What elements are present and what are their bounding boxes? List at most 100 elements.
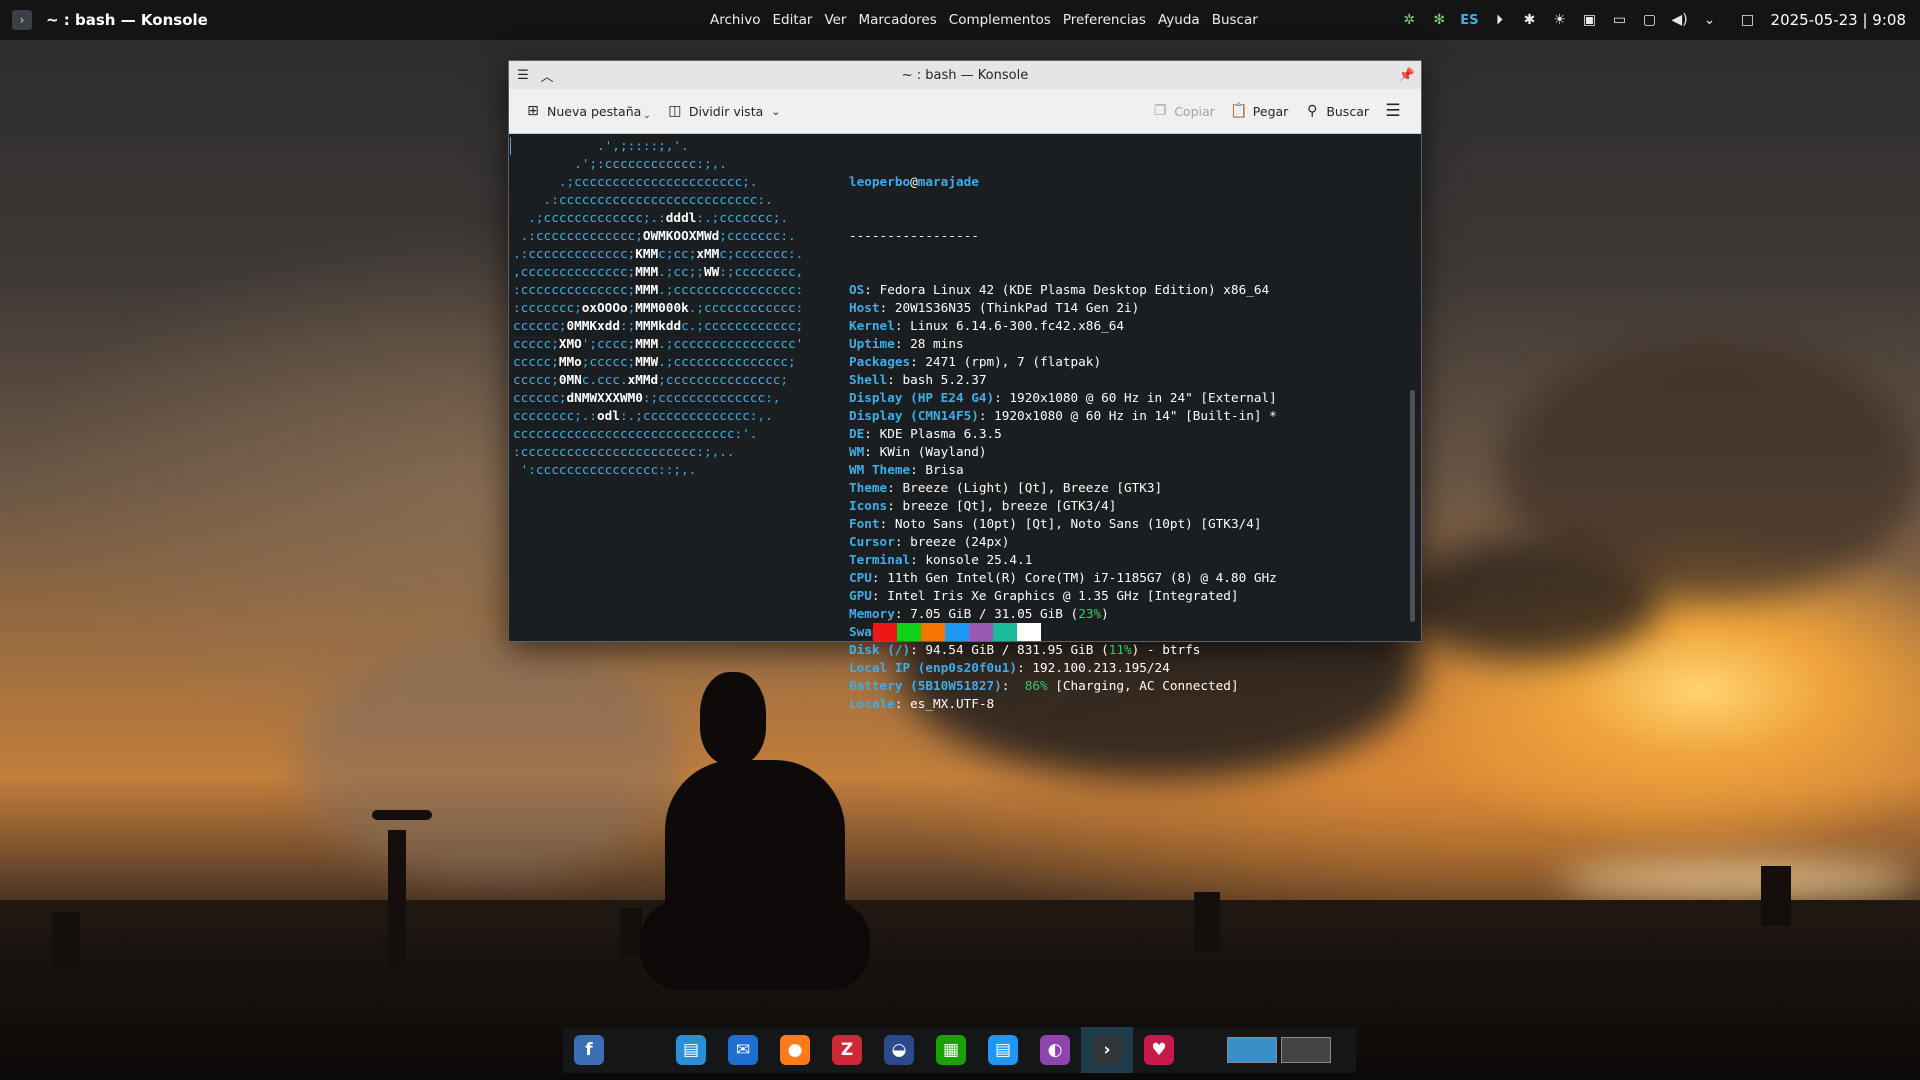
menu-buscar[interactable]: Buscar <box>1206 12 1264 28</box>
color-swatch <box>897 623 921 641</box>
taskbar-app-writer[interactable]: ▤ <box>977 1027 1029 1073</box>
user-host-line: leoperbo@marajade <box>849 174 979 189</box>
copy-button[interactable]: ❐ Copiar <box>1144 96 1223 126</box>
search-button[interactable]: ⚲ Buscar <box>1296 96 1377 126</box>
taskbar-app-fedora[interactable]: f <box>563 1027 615 1073</box>
info-key: Kernel <box>849 318 895 333</box>
konsole-toolbar: ⊞ Nueva pestaña ⌄ ◫ Dividir vista ⌄ ❐ Co… <box>509 89 1421 134</box>
clock[interactable]: 2025-05-23 | 9:08 <box>1771 11 1906 29</box>
virtual-desktop-2[interactable] <box>1281 1037 1331 1063</box>
info-value: Intel Iris Xe Graphics @ 1.35 GHz [Integ… <box>887 588 1239 603</box>
info-key: Packages <box>849 354 911 369</box>
new-tab-button[interactable]: ⊞ Nueva pestaña ⌄ <box>517 96 659 126</box>
logo-line: ccccc;0MNc.ccc.xMMd;ccccccccccccccc; <box>513 372 789 387</box>
host-name: marajade <box>917 174 979 189</box>
expand-tray-icon[interactable]: ⌄ <box>1701 11 1719 29</box>
info-row: WM: KWin (Wayland) <box>849 444 987 459</box>
clipboard-icon[interactable]: ▣ <box>1581 11 1599 29</box>
info-value: breeze (24px) <box>910 534 1010 549</box>
user-name: leoperbo <box>849 174 911 189</box>
taskbar-app-firefox[interactable]: ● <box>769 1027 821 1073</box>
menu-marcadores[interactable]: Marcadores <box>852 12 942 28</box>
battery-icon[interactable]: ▭ <box>1611 11 1629 29</box>
menu-ver[interactable]: Ver <box>818 12 852 28</box>
display-icon[interactable]: ▢ <box>1641 11 1659 29</box>
info-row: WM Theme: Brisa <box>849 462 964 477</box>
info-value: breeze [Qt], breeze [GTK3/4] <box>902 498 1117 513</box>
connections-icon[interactable]: ✻ <box>1430 11 1448 29</box>
menu-complementos[interactable]: Complementos <box>943 12 1057 28</box>
menu-preferencias[interactable]: Preferencias <box>1057 12 1152 28</box>
info-value <box>1017 678 1025 693</box>
info-key: DE <box>849 426 865 441</box>
info-value: bash 5.2.37 <box>902 372 987 387</box>
virtual-desktop-1[interactable] <box>1227 1037 1277 1063</box>
menu-archivo[interactable]: Archivo <box>704 12 766 28</box>
logo-line: cccccccc;.:odl:.;cccccccccccccc:,. <box>513 408 773 423</box>
info-percent: 86% <box>1024 678 1048 693</box>
bluetooth-icon[interactable]: ✱ <box>1521 11 1539 29</box>
info-value: 11th Gen Intel(R) Core(TM) i7-1185G7 (8)… <box>887 570 1277 585</box>
top-panel: › ~ : bash — Konsole Archivo Editar Ver … <box>0 0 1920 40</box>
menu-editar[interactable]: Editar <box>766 12 818 28</box>
color-swatch <box>921 623 945 641</box>
info-key: Memory <box>849 606 895 621</box>
info-row: Shell: bash 5.2.37 <box>849 372 987 387</box>
info-row: Cursor: breeze (24px) <box>849 534 1010 549</box>
taskbar-app-thunderbird[interactable]: ✉ <box>717 1027 769 1073</box>
logo-line: .',;::::;,'. <box>513 138 689 153</box>
info-percent: 23% <box>1078 606 1102 621</box>
gnucash-icon: ◒ <box>884 1035 914 1065</box>
logo-line: ,cccccccccccccc;MMM.;cc;;WW:;cccccccc, <box>513 264 804 279</box>
fedora-ascii-logo: .',;::::;,'. .';:cccccccccccc:;,. .;cccc… <box>513 137 803 479</box>
info-value: 20W1S36N35 (ThinkPad T14 Gen 2i) <box>894 300 1140 315</box>
search-icon: ⚲ <box>1307 103 1318 119</box>
taskbar-app-raspberry[interactable]: ♥ <box>1133 1027 1185 1073</box>
volume-icon[interactable]: ◀) <box>1671 11 1689 29</box>
menu-ayuda[interactable]: Ayuda <box>1152 12 1206 28</box>
pin-icon[interactable]: 📌 <box>1397 65 1417 85</box>
info-value: 28 mins <box>910 336 964 351</box>
logo-line: .:ccccccccccccc;OWMKOOXMWd;ccccccc:. <box>513 228 796 243</box>
taskbar-app-spreadsheet[interactable]: ▦ <box>925 1027 977 1073</box>
media-player-icon[interactable]: ⏵ <box>1491 11 1509 29</box>
info-value: Brisa <box>925 462 964 477</box>
info-row: Local IP (enp0s20f0u1): 192.100.213.195/… <box>849 660 1170 675</box>
taskbar-app-gnucash[interactable]: ◒ <box>873 1027 925 1073</box>
color-swatch <box>993 623 1017 641</box>
logo-line: .:ccccccccccccc;KMMc;cc;xMMc;ccccccc:. <box>513 246 804 261</box>
terminal-area[interactable]: .',;::::;,'. .';:cccccccccccc:;,. .;cccc… <box>509 134 1421 711</box>
konsole-window: ☰ ︿ ~ : bash — Konsole 📌 ⊞ Nueva pestaña… <box>508 60 1422 711</box>
terminal-scrollbar[interactable] <box>1410 390 1415 622</box>
hamburger-menu-button[interactable]: ☰ <box>1377 96 1415 126</box>
raspberry-icon: ♥ <box>1144 1035 1174 1065</box>
network-icon[interactable]: ✲ <box>1400 11 1418 29</box>
info-value: Breeze (Light) [Qt], Breeze [GTK3] <box>902 480 1163 495</box>
info-value: konsole 25.4.1 <box>925 552 1033 567</box>
info-row: Icons: breeze [Qt], breeze [GTK3/4] <box>849 498 1117 513</box>
info-value: 2471 (rpm), 7 (flatpak) <box>925 354 1102 369</box>
active-window-title: ~ : bash — Konsole <box>46 11 208 29</box>
fastfetch-info: leoperbo@marajade ----------------- OS: … <box>849 137 1277 749</box>
show-desktop-icon[interactable]: □ <box>1739 11 1757 29</box>
taskbar-app-color-picker[interactable]: ◐ <box>1029 1027 1081 1073</box>
paste-button[interactable]: 📋 Pegar <box>1223 96 1297 126</box>
info-key: OS <box>849 282 865 297</box>
keyboard-layout-indicator[interactable]: ES <box>1460 13 1478 28</box>
split-view-button[interactable]: ◫ Dividir vista ⌄ <box>659 96 789 126</box>
fedora-icon: f <box>574 1035 604 1065</box>
taskbar-app-konsole[interactable]: › <box>1081 1027 1133 1073</box>
konsole-app-icon[interactable]: › <box>12 10 32 30</box>
window-titlebar[interactable]: ☰ ︿ ~ : bash — Konsole 📌 <box>509 61 1421 89</box>
info-row: Display (HP E24 G4): 1920x1080 @ 60 Hz i… <box>849 390 1277 405</box>
copy-label: Copiar <box>1174 103 1215 119</box>
info-row: Font: Noto Sans (10pt) [Qt], Noto Sans (… <box>849 516 1262 531</box>
split-view-icon: ◫ <box>668 103 682 119</box>
taskbar-app-file-manager[interactable]: ▤ <box>665 1027 717 1073</box>
system-tray: ✲ ✻ ES ⏵ ✱ ☀ ▣ ▭ ▢ ◀) ⌄ □ 2025-05-23 | 9… <box>1394 0 1920 40</box>
taskbar-app-zotero[interactable]: Z <box>821 1027 873 1073</box>
info-key: Theme <box>849 480 888 495</box>
writer-icon: ▤ <box>988 1035 1018 1065</box>
brightness-icon[interactable]: ☀ <box>1551 11 1569 29</box>
logo-line: :cccccccccccccc;MMM.;cccccccccccccccc: <box>513 282 804 297</box>
